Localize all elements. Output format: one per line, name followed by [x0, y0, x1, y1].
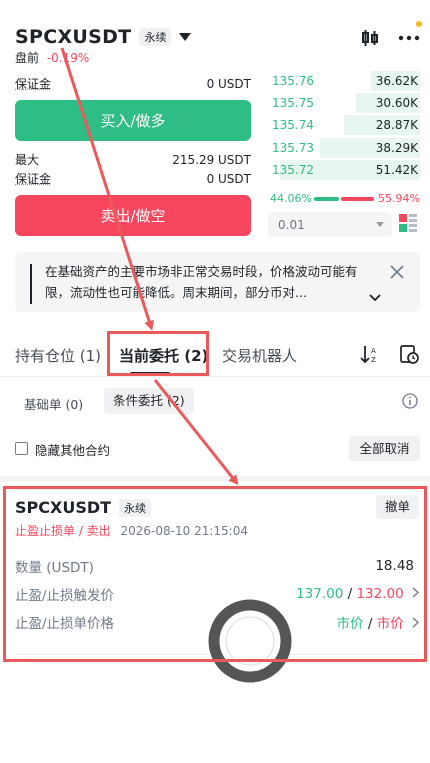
- annotation-arrow-2: [153, 379, 239, 486]
- annotation-arrow-1: [60, 47, 154, 331]
- annotation-arrows: [60, 47, 239, 486]
